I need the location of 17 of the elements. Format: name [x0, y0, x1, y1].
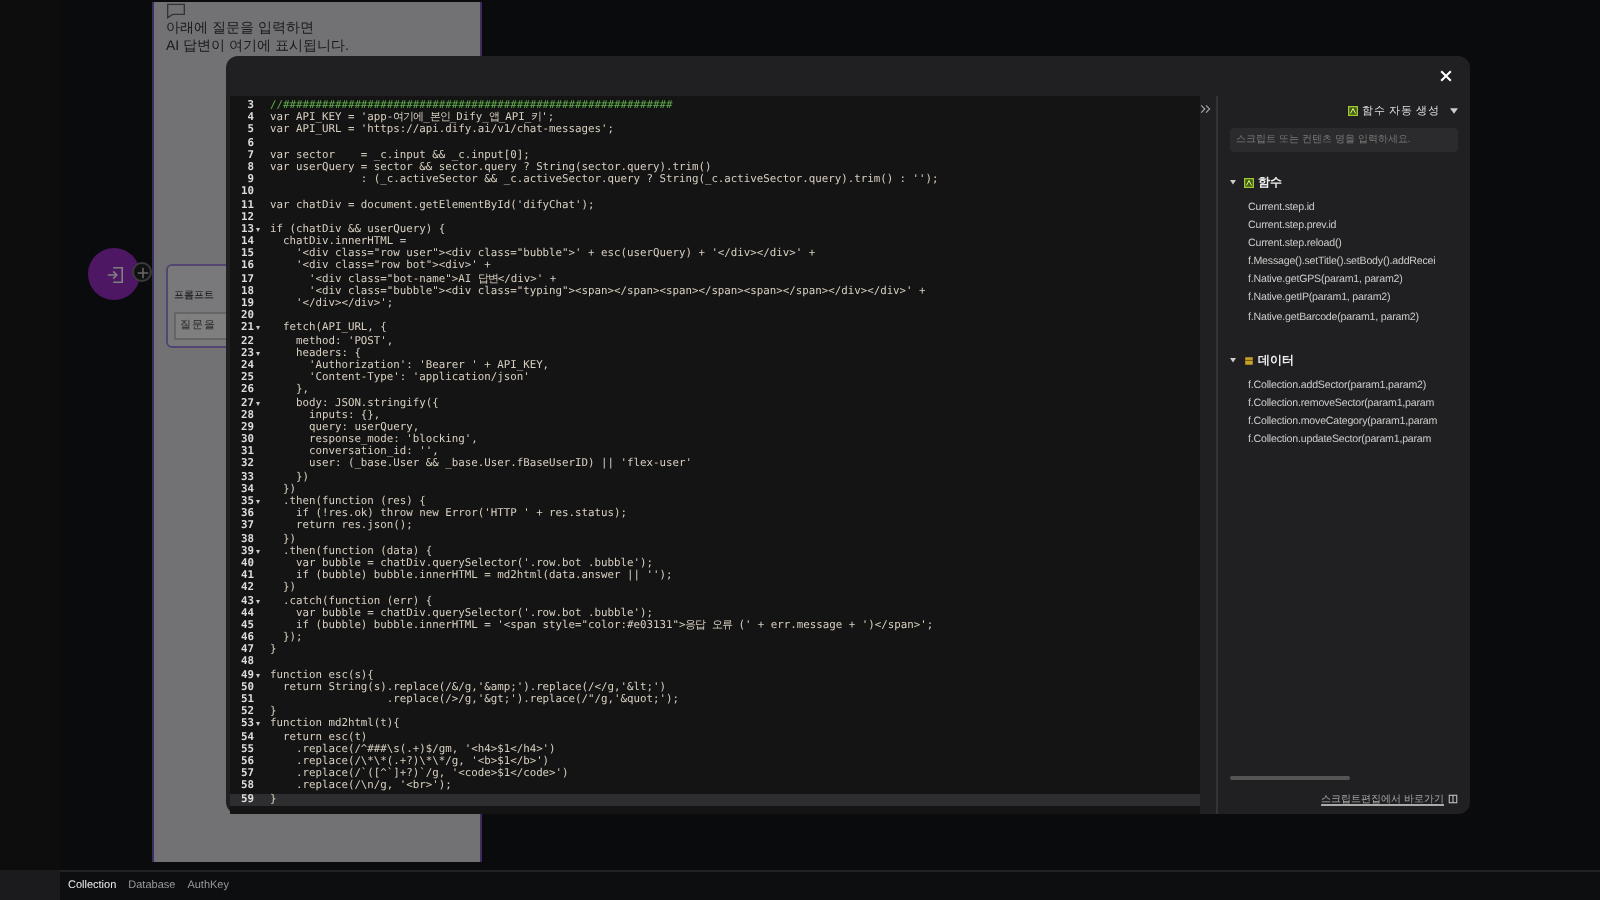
- close-icon: [1438, 68, 1454, 84]
- expand-icon: [1230, 357, 1236, 364]
- add-button[interactable]: [132, 262, 152, 282]
- caret-icon: [1450, 108, 1458, 114]
- expand-icon: [1230, 180, 1236, 186]
- login-button[interactable]: [88, 248, 140, 300]
- plus-icon: [135, 265, 149, 279]
- scrollbar[interactable]: [1230, 776, 1350, 780]
- login-icon: [105, 265, 123, 283]
- function-icon: [1244, 178, 1254, 188]
- chat-bubble-icon: [166, 2, 186, 20]
- code-editor[interactable]: [230, 96, 1200, 814]
- collapse-icon[interactable]: [1200, 104, 1212, 114]
- function-icon: [1347, 106, 1358, 116]
- close-button[interactable]: [1436, 66, 1456, 86]
- window-icon: [1448, 794, 1458, 804]
- database-icon: [1244, 355, 1254, 366]
